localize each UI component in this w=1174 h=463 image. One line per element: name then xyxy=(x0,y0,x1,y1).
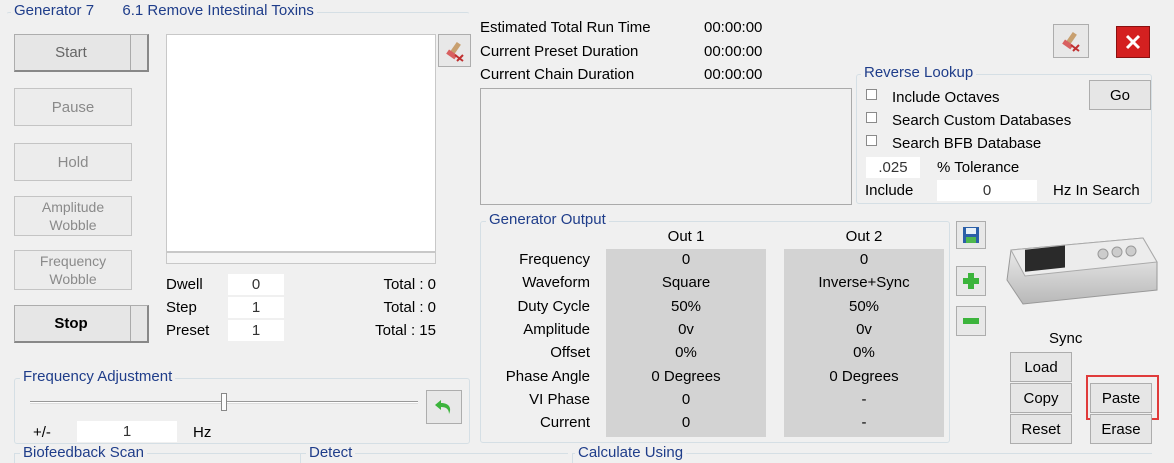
notes-box[interactable] xyxy=(480,88,852,205)
output-row-out2: 0 Degrees xyxy=(829,368,899,385)
output-row-out1: Square xyxy=(661,274,711,291)
output-row-out1: 0 xyxy=(681,414,691,431)
output-row-out2: Inverse+Sync xyxy=(818,274,910,291)
output-row-out2: 0 xyxy=(859,251,869,268)
output-row-label: Frequency xyxy=(519,251,590,268)
output-row-label: Offset xyxy=(550,344,590,361)
amplitude-wobble-button[interactable]: Amplitude Wobble xyxy=(14,196,132,236)
save-output-button[interactable] xyxy=(956,221,986,249)
add-output-button[interactable] xyxy=(956,266,986,296)
calculate-title: Calculate Using xyxy=(575,444,687,461)
dwell-label: Dwell xyxy=(166,276,203,293)
output-row-out2: 50% xyxy=(848,298,880,315)
device-image xyxy=(1003,232,1160,308)
generator-title: Generator 7 6.1 Remove Intestinal Toxins xyxy=(11,2,317,19)
output-row-label: Phase Angle xyxy=(505,368,590,385)
include-octaves-label: Include Octaves xyxy=(892,89,1000,106)
start-button[interactable]: Start xyxy=(14,34,149,72)
output-row-label: Current xyxy=(539,414,590,431)
plus-icon xyxy=(963,273,979,289)
paste-button[interactable]: Paste xyxy=(1090,383,1152,413)
minus-icon xyxy=(963,318,979,324)
output-row-out1: 50% xyxy=(670,298,702,315)
dwell-total: Total : 0 xyxy=(383,276,436,293)
remove-output-button[interactable] xyxy=(956,306,986,336)
biofeedback-title: Biofeedback Scan xyxy=(20,444,147,461)
step-total: Total : 0 xyxy=(383,299,436,316)
preset-label: Preset xyxy=(166,322,210,339)
tolerance-label: % Tolerance xyxy=(937,159,1020,176)
output-row-out1: 0% xyxy=(675,344,697,361)
output-row-out1: 0 Degrees xyxy=(651,368,721,385)
step-label: Step xyxy=(166,299,197,316)
output-row-out2: - xyxy=(861,391,867,408)
dwell-value: 0 xyxy=(228,274,284,295)
output-row-out1: 0 xyxy=(681,251,691,268)
include-octaves-checkbox[interactable] xyxy=(866,89,877,100)
close-icon xyxy=(1125,34,1141,50)
plusminus-label: +/- xyxy=(33,424,51,441)
program-list[interactable] xyxy=(166,34,436,252)
include-hz-input[interactable]: 0 xyxy=(937,180,1037,201)
hz-in-search-label: Hz In Search xyxy=(1053,182,1140,199)
output-row-out2: 0v xyxy=(856,321,872,338)
eraser-icon xyxy=(445,41,464,62)
hold-button[interactable]: Hold xyxy=(14,143,132,181)
hz-unit-label: Hz xyxy=(193,424,212,441)
estimated-run-time-value: 00:00:00 xyxy=(704,19,763,36)
preset-duration-label: Current Preset Duration xyxy=(480,43,639,60)
clear-list-button[interactable] xyxy=(438,34,471,67)
reset-button[interactable]: Reset xyxy=(1010,414,1072,444)
close-button[interactable] xyxy=(1116,26,1150,58)
save-icon xyxy=(963,227,979,243)
eraser-icon xyxy=(1062,31,1080,52)
preset-value: 1 xyxy=(228,320,284,341)
search-custom-label: Search Custom Databases xyxy=(892,112,1072,129)
copy-button[interactable]: Copy xyxy=(1010,383,1072,413)
include-label: Include xyxy=(865,182,914,199)
chain-duration-label: Current Chain Duration xyxy=(480,66,635,83)
undo-icon xyxy=(435,400,451,414)
search-bfb-label: Search BFB Database xyxy=(892,135,1042,152)
output-row-label: Amplitude xyxy=(523,321,590,338)
generator-output-title: Generator Output xyxy=(486,211,609,228)
plusminus-input[interactable]: 1 xyxy=(77,421,177,442)
estimated-run-time-label: Estimated Total Run Time xyxy=(480,19,651,36)
sync-label: Sync xyxy=(1049,330,1083,347)
pause-button[interactable]: Pause xyxy=(14,88,132,126)
output-row-label: VI Phase xyxy=(529,391,590,408)
step-value: 1 xyxy=(228,297,284,318)
preset-duration-value: 00:00:00 xyxy=(704,43,763,60)
generator-device-icon xyxy=(1006,237,1158,305)
output-row-label: Waveform xyxy=(522,274,590,291)
out1-header: Out 1 xyxy=(667,228,705,245)
preset-name: 6.1 Remove Intestinal Toxins xyxy=(122,2,314,19)
frequency-adjustment-title: Frequency Adjustment xyxy=(20,368,176,385)
go-button[interactable]: Go xyxy=(1089,80,1151,110)
chain-duration-value: 00:00:00 xyxy=(704,66,763,83)
clear-all-button[interactable] xyxy=(1053,24,1089,58)
erase-button[interactable]: Erase xyxy=(1090,414,1152,444)
out2-header: Out 2 xyxy=(845,228,883,245)
output-row-out2: - xyxy=(861,414,867,431)
generator-label: Generator 7 xyxy=(14,2,95,19)
frequency-slider-thumb[interactable] xyxy=(221,393,227,411)
preset-total: Total : 15 xyxy=(375,322,436,339)
frequency-wobble-button[interactable]: Frequency Wobble xyxy=(14,250,132,290)
output-row-out2: 0% xyxy=(853,344,875,361)
detect-title: Detect xyxy=(306,444,356,461)
output-row-label: Duty Cycle xyxy=(517,298,590,315)
stop-button[interactable]: Stop xyxy=(14,305,149,343)
output-row-out1: 0v xyxy=(678,321,694,338)
undo-button[interactable] xyxy=(426,390,462,424)
tolerance-input[interactable]: .025 xyxy=(866,157,920,178)
program-list-scrollbar[interactable] xyxy=(166,252,436,264)
search-bfb-checkbox[interactable] xyxy=(866,135,877,146)
reverse-lookup-title: Reverse Lookup xyxy=(861,64,977,81)
load-button[interactable]: Load xyxy=(1010,352,1072,382)
output-row-out1: 0 xyxy=(681,391,691,408)
search-custom-checkbox[interactable] xyxy=(866,112,877,123)
